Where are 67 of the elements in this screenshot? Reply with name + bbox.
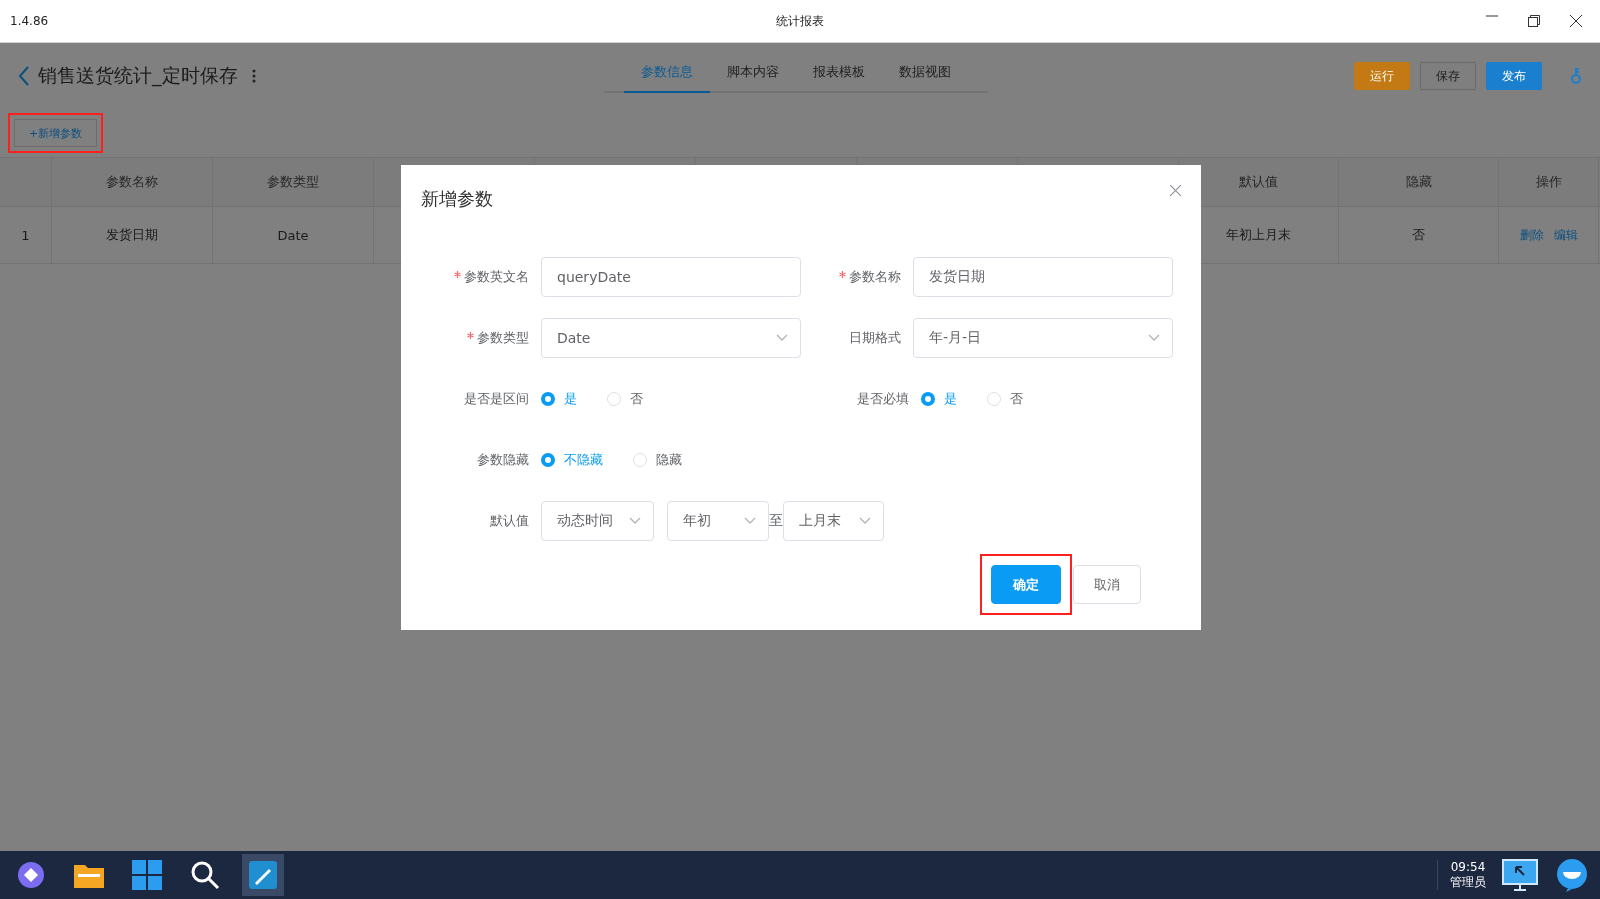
restore-icon[interactable]	[1528, 15, 1540, 27]
save-button[interactable]: 保存	[1420, 62, 1476, 90]
window-title: 统计报表	[776, 12, 824, 30]
field-label: 参数英文名	[454, 268, 529, 286]
radio-option[interactable]: 是	[921, 390, 957, 408]
field-label: 是否必填	[857, 390, 909, 408]
confirm-button[interactable]: 确定	[991, 565, 1061, 604]
field-label: 日期格式	[849, 329, 901, 347]
select-field[interactable]: 年初	[667, 501, 769, 541]
run-button[interactable]: 运行	[1354, 62, 1410, 90]
text-field[interactable]: 发货日期	[913, 257, 1173, 297]
chat-bubble-icon[interactable]	[1554, 858, 1590, 892]
select-field[interactable]: 动态时间	[541, 501, 654, 541]
pencil-ruler-icon[interactable]	[242, 854, 284, 896]
column-header: 默认值	[1239, 173, 1278, 191]
field-label: 参数名称	[839, 268, 901, 286]
clock-time: 09:54	[1450, 860, 1486, 875]
more-icon[interactable]	[251, 69, 256, 83]
user-name: 管理员	[1450, 875, 1486, 890]
tab[interactable]: 数据视图	[882, 57, 968, 93]
radio-button[interactable]	[921, 392, 935, 406]
required-icon	[467, 332, 474, 339]
field-label: 参数类型	[467, 329, 529, 347]
column-header: 操作	[1535, 173, 1562, 191]
radio-option[interactable]: 否	[607, 390, 643, 408]
caret-icon	[629, 517, 641, 525]
dialog-title: 新增参数	[421, 187, 493, 211]
radio-button[interactable]	[541, 392, 555, 406]
field-label: 参数隐藏	[477, 451, 529, 469]
monitor-icon[interactable]	[1502, 859, 1538, 891]
range-separator: 至	[769, 512, 783, 530]
column-header: 参数名称	[106, 173, 158, 191]
table-cell: 年初上月末	[1226, 226, 1291, 244]
select-field[interactable]: 年-月-日	[913, 318, 1173, 358]
required-icon	[839, 271, 846, 278]
column-header: 隐藏	[1405, 173, 1432, 191]
caret-icon	[859, 517, 871, 525]
text-field[interactable]: queryDate	[541, 257, 801, 297]
table-cell: 发货日期	[106, 226, 158, 244]
action-link[interactable]: 编辑	[1553, 226, 1578, 244]
cancel-button[interactable]: 取消	[1073, 565, 1141, 604]
tab[interactable]: 脚本内容	[710, 57, 796, 93]
radio-option[interactable]: 不隐藏	[541, 451, 603, 469]
radio-option[interactable]: 隐藏	[633, 451, 682, 469]
tab[interactable]: 报表模板	[796, 57, 882, 93]
action-link[interactable]: 删除	[1519, 226, 1544, 244]
page-title: 销售送货统计_定时保存	[38, 63, 238, 89]
row-index: 1	[21, 227, 30, 243]
table-cell: Date	[277, 227, 309, 243]
version-label: 1.4.86	[10, 14, 49, 28]
select-field[interactable]: Date	[541, 318, 801, 358]
caret-icon	[1148, 334, 1160, 342]
publish-button[interactable]: 发布	[1486, 62, 1542, 90]
table-cell: 否	[1412, 226, 1425, 244]
field-label: 默认值	[490, 512, 529, 530]
add-parameter-button[interactable]: +新增参数	[14, 119, 98, 147]
select-field[interactable]: 上月末	[783, 501, 884, 541]
radio-option[interactable]: 是	[541, 390, 577, 408]
caret-icon	[776, 334, 788, 342]
back-icon[interactable]	[18, 66, 30, 86]
radio-option[interactable]: 否	[987, 390, 1023, 408]
radio-button[interactable]	[541, 453, 555, 467]
close-icon[interactable]	[1570, 15, 1582, 27]
field-label: 是否是区间	[464, 390, 529, 408]
column-header: 参数类型	[267, 173, 319, 191]
required-icon	[454, 271, 461, 278]
caret-icon	[744, 517, 756, 525]
